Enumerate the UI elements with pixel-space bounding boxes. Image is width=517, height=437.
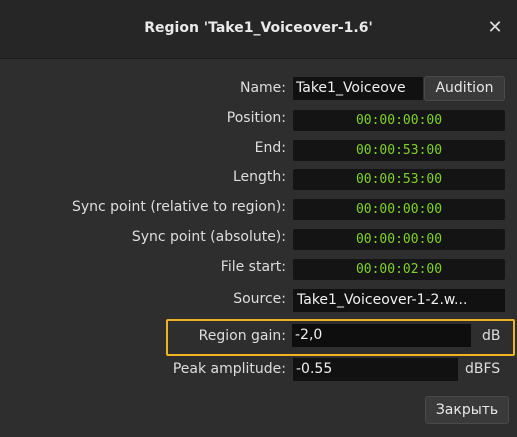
sync-absolute-clock[interactable]: 00:00:00:00	[293, 229, 505, 250]
region-gain-unit: dB	[482, 328, 501, 344]
close-icon[interactable]: ✕	[483, 16, 507, 40]
peak-amplitude-field: -0.55	[293, 358, 458, 381]
sync-relative-label: Sync point (relative to region):	[71, 199, 286, 215]
name-input[interactable]: Take1_Voiceove	[293, 77, 423, 100]
peak-amplitude-unit: dBFS	[465, 361, 501, 377]
length-clock[interactable]: 00:00:53:00	[293, 169, 505, 190]
sync-relative-clock[interactable]: 00:00:00:00	[293, 199, 505, 220]
window-title: Region 'Take1_Voiceover-1.6'	[144, 20, 373, 36]
end-clock[interactable]: 00:00:53:00	[293, 140, 505, 161]
file-start-label: File start:	[220, 259, 286, 275]
region-gain-input[interactable]: -2,0	[292, 324, 471, 347]
length-label: Length:	[232, 169, 286, 185]
audition-button[interactable]: Audition	[424, 76, 505, 101]
position-label: Position:	[226, 110, 286, 126]
position-clock[interactable]: 00:00:00:00	[293, 110, 505, 131]
close-button[interactable]: Закрыть	[425, 396, 509, 424]
end-label: End:	[254, 140, 286, 156]
region-gain-label: Region gain:	[198, 328, 286, 344]
name-label: Name:	[239, 80, 286, 96]
source-label: Source:	[233, 291, 286, 307]
sync-absolute-label: Sync point (absolute):	[131, 229, 286, 245]
peak-amplitude-label: Peak amplitude:	[172, 361, 286, 377]
source-field: Take1_Voiceover-1-2.w...	[293, 289, 505, 312]
file-start-clock[interactable]: 00:00:02:00	[293, 259, 505, 280]
title-bar: Region 'Take1_Voiceover-1.6' ✕	[0, 0, 517, 59]
